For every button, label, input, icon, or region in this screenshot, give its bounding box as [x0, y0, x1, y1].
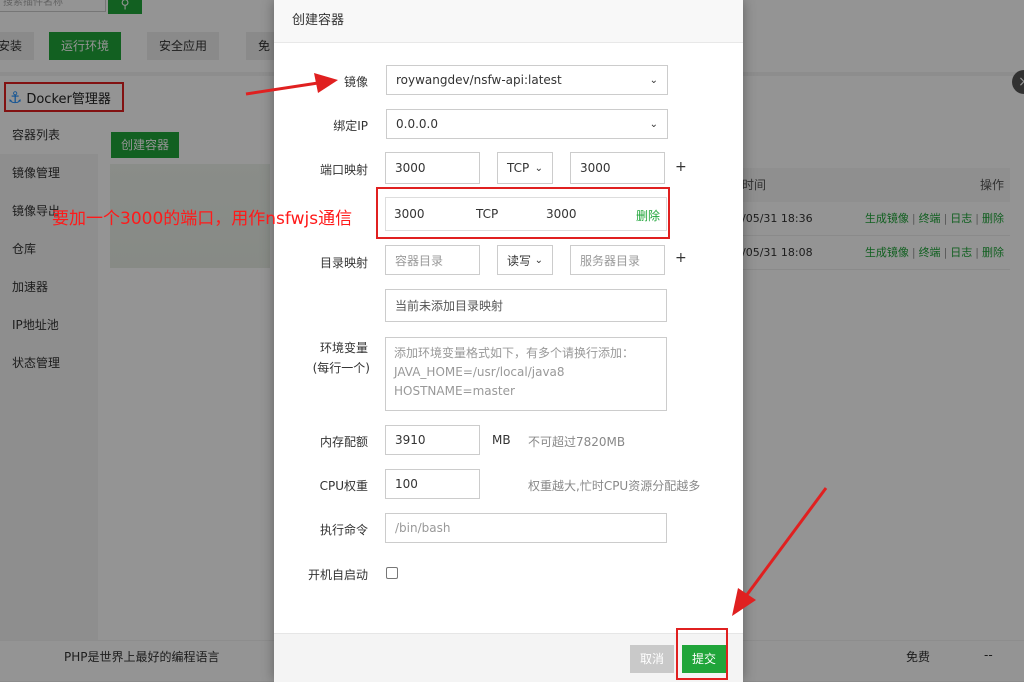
- image-select[interactable]: roywangdev/nsfw-api:latest ⌄: [386, 65, 668, 95]
- chevron-down-icon: ⌄: [649, 118, 658, 130]
- env-placeholder-line: JAVA_HOME=/usr/local/java8: [394, 365, 565, 379]
- env-label: 环境变量: [319, 341, 368, 355]
- bind-ip-value: 0.0.0.0: [396, 117, 438, 131]
- env-placeholder-line: HOSTNAME=master: [394, 384, 515, 398]
- memory-hint: 不可超过7820MB: [528, 435, 626, 449]
- memory-unit: MB: [492, 433, 511, 447]
- dir-label: 目录映射: [319, 256, 368, 270]
- annotation-note: 要加一个3000的端口，用作nsfwjs通信: [52, 209, 353, 229]
- dir-mode-value: 读写: [507, 253, 532, 268]
- create-container-dialog: 创建容器 镜像 roywangdev/nsfw-api:latest ⌄ 绑定I…: [274, 0, 743, 682]
- dir-mode-select[interactable]: 读写 ⌄: [497, 245, 553, 275]
- submit-highlight-box: [676, 628, 728, 680]
- image-select-value: roywangdev/nsfw-api:latest: [396, 73, 562, 87]
- cmd-label: 执行命令: [319, 523, 368, 537]
- memory-input[interactable]: 3910: [385, 425, 480, 455]
- env-placeholder-line: 添加环境变量格式如下，有多个请换行添加：: [394, 346, 635, 360]
- autostart-label: 开机自启动: [307, 568, 368, 582]
- image-label: 镜像: [343, 75, 368, 89]
- dir-empty-notice: 当前未添加目录映射: [385, 289, 667, 322]
- bind-ip-select[interactable]: 0.0.0.0 ⌄: [386, 109, 668, 139]
- cpu-hint: 权重越大,忙时CPU资源分配越多: [528, 479, 701, 493]
- cmd-input[interactable]: /bin/bash: [385, 513, 667, 543]
- chevron-down-icon: ⌄: [534, 254, 543, 266]
- server-dir-input[interactable]: 服务器目录: [570, 245, 665, 275]
- add-dir-icon[interactable]: +: [675, 250, 687, 266]
- cpu-input[interactable]: 100: [385, 469, 480, 499]
- host-port-input[interactable]: 3000: [385, 152, 480, 184]
- port-label: 端口映射: [319, 163, 368, 177]
- cancel-button[interactable]: 取消: [630, 645, 674, 673]
- autostart-checkbox[interactable]: [386, 567, 398, 579]
- port-protocol-value: TCP: [507, 161, 530, 175]
- env-textarea[interactable]: 添加环境变量格式如下，有多个请换行添加： JAVA_HOME=/usr/loca…: [385, 337, 667, 411]
- chevron-down-icon: ⌄: [534, 162, 543, 174]
- chevron-down-icon: ⌄: [649, 74, 658, 86]
- cpu-label: CPU权重: [319, 479, 368, 493]
- port-highlight-box: [376, 187, 670, 239]
- memory-label: 内存配额: [319, 435, 368, 449]
- dialog-title: 创建容器: [274, 0, 743, 43]
- container-dir-input[interactable]: 容器目录: [385, 245, 480, 275]
- container-port-input[interactable]: 3000: [570, 152, 665, 184]
- env-label-sub: (每行一个): [312, 361, 370, 375]
- bind-ip-label: 绑定IP: [333, 119, 368, 133]
- add-port-icon[interactable]: +: [675, 159, 687, 175]
- port-protocol-select[interactable]: TCP ⌄: [497, 152, 553, 184]
